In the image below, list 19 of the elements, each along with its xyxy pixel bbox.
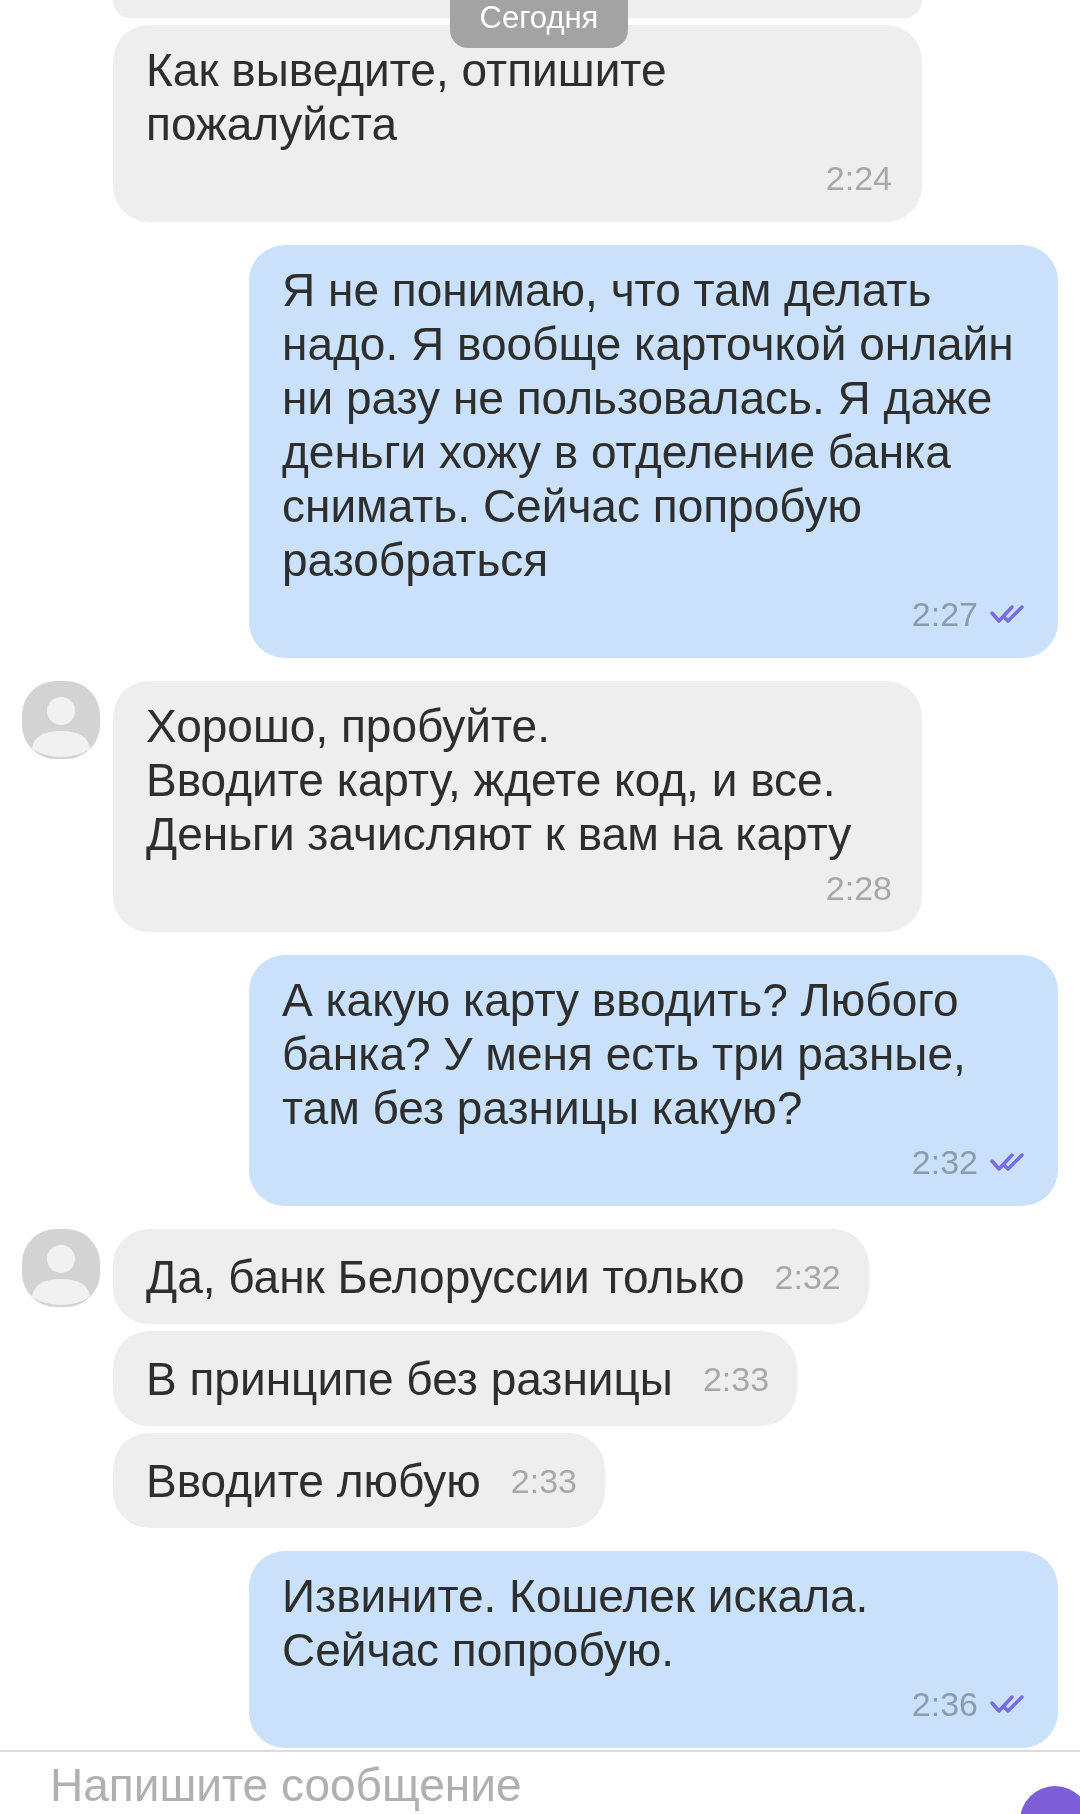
message-time: 2:28: [825, 868, 892, 909]
message-text: Хорошо, пробуйте. Вводите карту, ждете код, и все. Деньги зачисляют к вам на карту: [146, 699, 853, 861]
message-time: 2:36: [911, 1684, 978, 1725]
message-time: 2:33: [510, 1460, 577, 1502]
message-input[interactable]: Напишите сообщение: [50, 1758, 850, 1812]
message-text: В принципе без разницы: [146, 1351, 673, 1406]
message-text: Вводите любую: [146, 1453, 481, 1508]
message-time: 2:32: [911, 1142, 978, 1183]
message-time: 2:33: [702, 1358, 770, 1400]
avatar-icon: [22, 681, 100, 759]
message-text: Да, банк Белоруссии только: [146, 1249, 745, 1304]
message-text: А какую карту вводить? Любого банка? У меня есть три разные, там без разницы какую?: [282, 973, 967, 1135]
message-time: 2:27: [911, 594, 978, 635]
message-text: Я не понимаю, что там делать надо. Я вообще карточкой онлайн ни разу не пользовалась. Я даже деньги хожу в отделение банка снимать. Сейчас попробую разобраться: [282, 263, 1015, 587]
message-time: 2:32: [774, 1256, 841, 1298]
message-time: 2:24: [825, 158, 892, 199]
date-label: Сегодня: [450, 0, 628, 48]
avatar-icon: [22, 1229, 100, 1307]
message-text: Извините. Кошелек искала. Сейчас попробую.: [282, 1569, 870, 1677]
